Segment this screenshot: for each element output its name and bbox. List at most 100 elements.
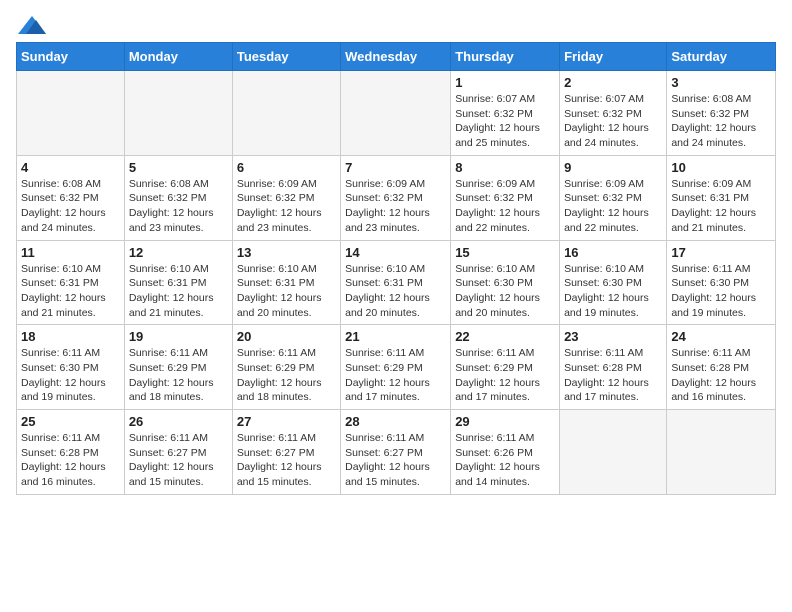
calendar-cell — [124, 71, 232, 156]
day-info: Sunrise: 6:09 AM Sunset: 6:32 PM Dayligh… — [237, 177, 336, 236]
day-number: 27 — [237, 414, 336, 429]
day-number: 20 — [237, 329, 336, 344]
day-number: 5 — [129, 160, 228, 175]
day-number: 24 — [671, 329, 771, 344]
calendar-cell: 24 Sunrise: 6:11 AM Sunset: 6:28 PM Dayli… — [667, 325, 776, 410]
day-number: 19 — [129, 329, 228, 344]
calendar-table: SundayMondayTuesdayWednesdayThursdayFrid… — [16, 42, 776, 495]
day-info: Sunrise: 6:11 AM Sunset: 6:27 PM Dayligh… — [237, 431, 336, 490]
day-info: Sunrise: 6:09 AM Sunset: 6:32 PM Dayligh… — [455, 177, 555, 236]
calendar-week-row: 18 Sunrise: 6:11 AM Sunset: 6:30 PM Dayli… — [17, 325, 776, 410]
calendar-header-cell: Friday — [560, 43, 667, 71]
calendar-cell: 7 Sunrise: 6:09 AM Sunset: 6:32 PM Daylig… — [341, 155, 451, 240]
calendar-cell: 5 Sunrise: 6:08 AM Sunset: 6:32 PM Daylig… — [124, 155, 232, 240]
calendar-cell: 2 Sunrise: 6:07 AM Sunset: 6:32 PM Daylig… — [560, 71, 667, 156]
day-info: Sunrise: 6:10 AM Sunset: 6:31 PM Dayligh… — [237, 262, 336, 321]
day-number: 18 — [21, 329, 120, 344]
day-info: Sunrise: 6:08 AM Sunset: 6:32 PM Dayligh… — [129, 177, 228, 236]
calendar-cell: 4 Sunrise: 6:08 AM Sunset: 6:32 PM Daylig… — [17, 155, 125, 240]
calendar-cell: 1 Sunrise: 6:07 AM Sunset: 6:32 PM Daylig… — [451, 71, 560, 156]
calendar-cell — [667, 410, 776, 495]
calendar-cell: 11 Sunrise: 6:10 AM Sunset: 6:31 PM Dayli… — [17, 240, 125, 325]
day-number: 15 — [455, 245, 555, 260]
day-info: Sunrise: 6:09 AM Sunset: 6:32 PM Dayligh… — [564, 177, 662, 236]
calendar-cell: 17 Sunrise: 6:11 AM Sunset: 6:30 PM Dayli… — [667, 240, 776, 325]
day-number: 29 — [455, 414, 555, 429]
day-info: Sunrise: 6:11 AM Sunset: 6:29 PM Dayligh… — [237, 346, 336, 405]
day-info: Sunrise: 6:09 AM Sunset: 6:32 PM Dayligh… — [345, 177, 446, 236]
calendar-cell: 21 Sunrise: 6:11 AM Sunset: 6:29 PM Dayli… — [341, 325, 451, 410]
calendar-cell: 27 Sunrise: 6:11 AM Sunset: 6:27 PM Dayli… — [232, 410, 340, 495]
calendar-cell: 13 Sunrise: 6:10 AM Sunset: 6:31 PM Dayli… — [232, 240, 340, 325]
calendar-cell: 25 Sunrise: 6:11 AM Sunset: 6:28 PM Dayli… — [17, 410, 125, 495]
day-number: 25 — [21, 414, 120, 429]
calendar-header-row: SundayMondayTuesdayWednesdayThursdayFrid… — [17, 43, 776, 71]
calendar-cell — [341, 71, 451, 156]
day-info: Sunrise: 6:10 AM Sunset: 6:30 PM Dayligh… — [564, 262, 662, 321]
header — [16, 16, 776, 34]
day-number: 1 — [455, 75, 555, 90]
logo-icon — [18, 16, 46, 34]
day-number: 7 — [345, 160, 446, 175]
calendar-cell — [17, 71, 125, 156]
day-number: 9 — [564, 160, 662, 175]
calendar-cell: 20 Sunrise: 6:11 AM Sunset: 6:29 PM Dayli… — [232, 325, 340, 410]
day-number: 10 — [671, 160, 771, 175]
day-number: 6 — [237, 160, 336, 175]
calendar-cell — [232, 71, 340, 156]
day-info: Sunrise: 6:10 AM Sunset: 6:31 PM Dayligh… — [345, 262, 446, 321]
calendar-week-row: 11 Sunrise: 6:10 AM Sunset: 6:31 PM Dayli… — [17, 240, 776, 325]
calendar-cell: 6 Sunrise: 6:09 AM Sunset: 6:32 PM Daylig… — [232, 155, 340, 240]
calendar-header-cell: Saturday — [667, 43, 776, 71]
calendar-cell: 22 Sunrise: 6:11 AM Sunset: 6:29 PM Dayli… — [451, 325, 560, 410]
calendar-cell — [560, 410, 667, 495]
calendar-cell: 18 Sunrise: 6:11 AM Sunset: 6:30 PM Dayli… — [17, 325, 125, 410]
day-info: Sunrise: 6:11 AM Sunset: 6:28 PM Dayligh… — [564, 346, 662, 405]
day-info: Sunrise: 6:11 AM Sunset: 6:29 PM Dayligh… — [129, 346, 228, 405]
day-info: Sunrise: 6:10 AM Sunset: 6:31 PM Dayligh… — [21, 262, 120, 321]
day-info: Sunrise: 6:11 AM Sunset: 6:27 PM Dayligh… — [345, 431, 446, 490]
day-info: Sunrise: 6:11 AM Sunset: 6:30 PM Dayligh… — [671, 262, 771, 321]
calendar-header-cell: Monday — [124, 43, 232, 71]
day-info: Sunrise: 6:11 AM Sunset: 6:29 PM Dayligh… — [345, 346, 446, 405]
day-number: 8 — [455, 160, 555, 175]
day-number: 14 — [345, 245, 446, 260]
day-number: 22 — [455, 329, 555, 344]
day-number: 12 — [129, 245, 228, 260]
day-info: Sunrise: 6:09 AM Sunset: 6:31 PM Dayligh… — [671, 177, 771, 236]
day-info: Sunrise: 6:11 AM Sunset: 6:27 PM Dayligh… — [129, 431, 228, 490]
calendar-week-row: 4 Sunrise: 6:08 AM Sunset: 6:32 PM Daylig… — [17, 155, 776, 240]
day-number: 17 — [671, 245, 771, 260]
day-number: 11 — [21, 245, 120, 260]
day-info: Sunrise: 6:07 AM Sunset: 6:32 PM Dayligh… — [564, 92, 662, 151]
day-number: 21 — [345, 329, 446, 344]
day-info: Sunrise: 6:11 AM Sunset: 6:30 PM Dayligh… — [21, 346, 120, 405]
day-number: 28 — [345, 414, 446, 429]
day-info: Sunrise: 6:11 AM Sunset: 6:29 PM Dayligh… — [455, 346, 555, 405]
calendar-cell: 19 Sunrise: 6:11 AM Sunset: 6:29 PM Dayli… — [124, 325, 232, 410]
calendar-cell: 9 Sunrise: 6:09 AM Sunset: 6:32 PM Daylig… — [560, 155, 667, 240]
day-info: Sunrise: 6:10 AM Sunset: 6:30 PM Dayligh… — [455, 262, 555, 321]
day-info: Sunrise: 6:08 AM Sunset: 6:32 PM Dayligh… — [671, 92, 771, 151]
calendar-cell: 12Sunrise: 6:10 AM Sunset: 6:31 PM Dayli… — [124, 240, 232, 325]
day-info: Sunrise: 6:08 AM Sunset: 6:32 PM Dayligh… — [21, 177, 120, 236]
day-info: Sunrise: 6:11 AM Sunset: 6:28 PM Dayligh… — [671, 346, 771, 405]
calendar-header-cell: Wednesday — [341, 43, 451, 71]
day-info: Sunrise: 6:11 AM Sunset: 6:26 PM Dayligh… — [455, 431, 555, 490]
day-number: 4 — [21, 160, 120, 175]
day-number: 3 — [671, 75, 771, 90]
calendar-cell: 16 Sunrise: 6:10 AM Sunset: 6:30 PM Dayli… — [560, 240, 667, 325]
day-number: 26 — [129, 414, 228, 429]
day-number: 2 — [564, 75, 662, 90]
calendar-week-row: 1 Sunrise: 6:07 AM Sunset: 6:32 PM Daylig… — [17, 71, 776, 156]
calendar-week-row: 25 Sunrise: 6:11 AM Sunset: 6:28 PM Dayli… — [17, 410, 776, 495]
day-number: 13 — [237, 245, 336, 260]
day-info: Sunrise: 6:11 AM Sunset: 6:28 PM Dayligh… — [21, 431, 120, 490]
calendar-cell: 28 Sunrise: 6:11 AM Sunset: 6:27 PM Dayli… — [341, 410, 451, 495]
calendar-cell: 8 Sunrise: 6:09 AM Sunset: 6:32 PM Daylig… — [451, 155, 560, 240]
calendar-header-cell: Thursday — [451, 43, 560, 71]
calendar-header-cell: Tuesday — [232, 43, 340, 71]
calendar-body: 1 Sunrise: 6:07 AM Sunset: 6:32 PM Daylig… — [17, 71, 776, 495]
day-info: Sunrise: 6:07 AM Sunset: 6:32 PM Dayligh… — [455, 92, 555, 151]
day-number: 16 — [564, 245, 662, 260]
